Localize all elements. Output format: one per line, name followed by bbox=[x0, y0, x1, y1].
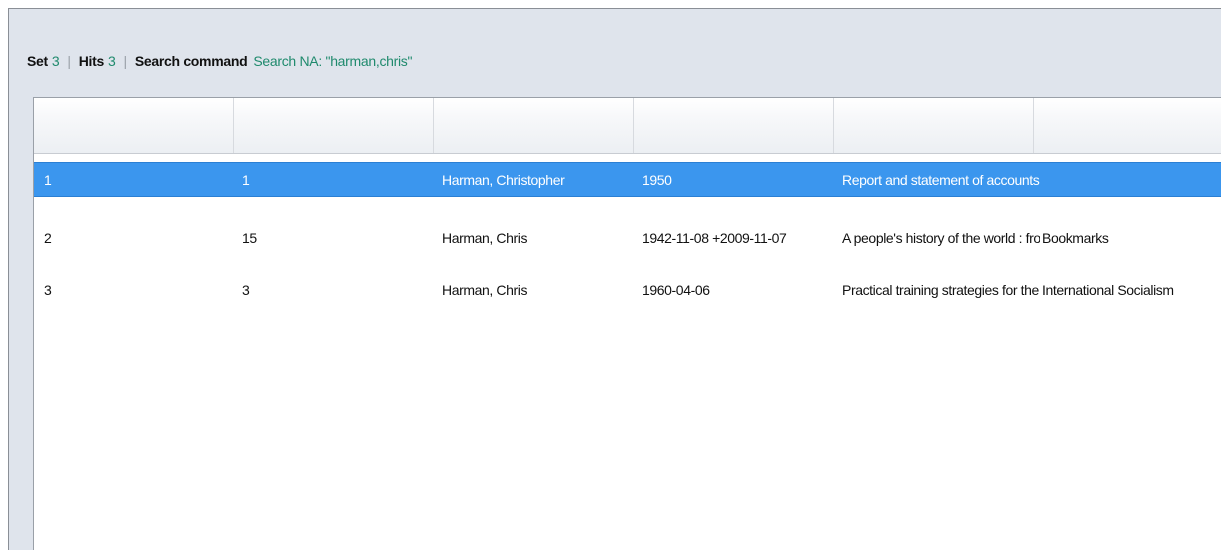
title-cell: A people's history of the world : fro... bbox=[842, 229, 1040, 246]
date-cell: 1942-11-08 +2009-11-07 bbox=[642, 229, 787, 246]
record-count-cell: 3 bbox=[242, 281, 250, 298]
hits-value: 3 bbox=[107, 53, 116, 69]
set-value: 3 bbox=[51, 53, 60, 69]
publisher-cell bbox=[1042, 163, 1221, 196]
name-cell: Harman, Chris bbox=[442, 281, 528, 298]
column-header[interactable] bbox=[434, 98, 634, 153]
search-command-label: Search command bbox=[134, 53, 248, 69]
column-header[interactable] bbox=[834, 98, 1034, 153]
publisher-cell: Bookmarks bbox=[1042, 229, 1109, 246]
record-count-cell: 1 bbox=[242, 171, 250, 188]
title-cell: Practical training strategies for the f.… bbox=[842, 281, 1040, 298]
title-cell: Report and statement of accounts f... bbox=[842, 171, 1040, 188]
table-row[interactable]: 1 1 Harman, Christopher 1950 Report and … bbox=[34, 162, 1221, 197]
table-row[interactable]: 3 3 Harman, Chris 1960-04-06 Practical t… bbox=[34, 273, 1221, 306]
results-table: 1 1 Harman, Christopher 1950 Report and … bbox=[33, 97, 1221, 550]
column-header[interactable] bbox=[234, 98, 434, 153]
table-row[interactable]: 2 15 Harman, Chris 1942-11-08 +2009-11-0… bbox=[34, 221, 1221, 254]
hits-label: Hits bbox=[78, 53, 105, 69]
publisher-cell: International Socialism bbox=[1042, 281, 1174, 298]
search-status-bar: Set 3 | Hits 3 | Search command Search N… bbox=[27, 51, 412, 71]
set-label: Set bbox=[27, 53, 48, 69]
row-number-cell: 3 bbox=[44, 281, 52, 298]
date-cell: 1960-04-06 bbox=[642, 281, 710, 298]
name-cell: Harman, Christopher bbox=[442, 171, 565, 188]
search-results-panel: Set 3 | Hits 3 | Search command Search N… bbox=[8, 8, 1221, 550]
date-cell: 1950 bbox=[642, 171, 672, 188]
record-count-cell: 15 bbox=[242, 229, 257, 246]
separator: | bbox=[123, 53, 127, 69]
separator: | bbox=[67, 53, 71, 69]
row-number-cell: 2 bbox=[44, 229, 52, 246]
column-header[interactable] bbox=[1034, 98, 1221, 153]
search-command-value: Search NA: "harman,chris" bbox=[253, 53, 413, 69]
name-cell: Harman, Chris bbox=[442, 229, 528, 246]
column-header[interactable] bbox=[34, 98, 234, 153]
table-header bbox=[34, 98, 1221, 154]
column-header[interactable] bbox=[634, 98, 834, 153]
row-number-cell: 1 bbox=[44, 171, 52, 188]
